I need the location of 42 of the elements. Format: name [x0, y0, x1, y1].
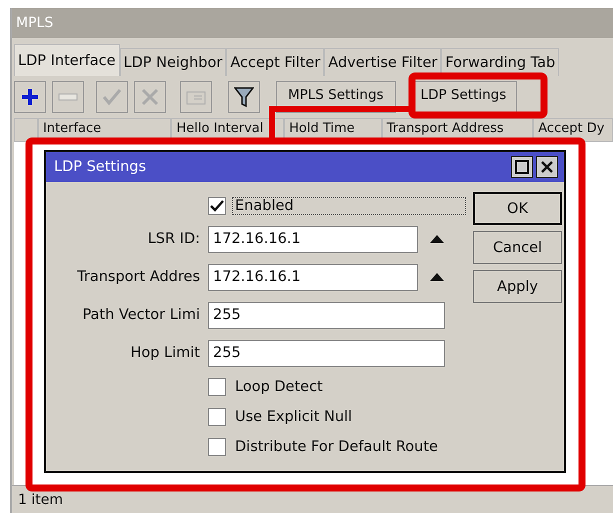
toolbar-button[interactable] [228, 81, 260, 113]
window-title: MPLS [12, 8, 613, 38]
tab[interactable]: Forwarding Tab [441, 48, 560, 76]
collapse-arrow-icon[interactable] [430, 273, 444, 281]
maximize-button[interactable] [511, 156, 533, 178]
input-field[interactable]: 255 [208, 302, 445, 328]
tab[interactable]: Accept Filter [226, 48, 324, 76]
tab[interactable]: Advertise Filter [324, 48, 442, 76]
input-field[interactable]: 172.16.16.1 [208, 264, 418, 290]
status-bar: 1 item [12, 485, 613, 513]
input-field[interactable]: 255 [208, 340, 445, 366]
input-field[interactable]: 172.16.16.1 [208, 226, 418, 252]
checkbox[interactable] [208, 408, 226, 426]
checkbox-label: Distribute For Default Route [234, 438, 439, 456]
maximize-icon [515, 160, 529, 174]
dialog-title: LDP Settings [54, 159, 146, 175]
checkmark-icon [102, 88, 122, 106]
toolbar-button[interactable] [14, 81, 46, 113]
close-button[interactable] [536, 156, 558, 178]
checkbox[interactable] [208, 197, 226, 215]
tab[interactable]: LDP Neighbor [120, 48, 226, 76]
cross-icon [141, 88, 159, 106]
field-label: LSR ID: [146, 231, 200, 247]
checkbox-label: Loop Detect [234, 378, 324, 396]
collapse-arrow-icon[interactable] [430, 235, 444, 243]
close-icon [540, 160, 554, 174]
field-label: Transport Addres [76, 269, 200, 285]
plus-icon [20, 87, 40, 107]
tab[interactable]: LDP Interface [14, 44, 120, 76]
dialog-button[interactable]: OK [473, 192, 562, 225]
field-label: Hop Limit [129, 345, 200, 361]
checkbox[interactable] [208, 378, 226, 396]
note-icon [186, 89, 206, 105]
dialog-button[interactable]: Apply [473, 270, 562, 303]
settings-button[interactable]: MPLS Settings [276, 81, 396, 113]
checkbox-label: Use Explicit Null [234, 408, 354, 426]
minus-icon [58, 93, 78, 101]
checkbox[interactable] [208, 438, 226, 456]
field-label: Path Vector Limi [81, 307, 200, 323]
checkbox-label: Enabled [232, 197, 466, 215]
dialog-button[interactable]: Cancel [473, 231, 562, 264]
filter-icon [234, 86, 254, 108]
